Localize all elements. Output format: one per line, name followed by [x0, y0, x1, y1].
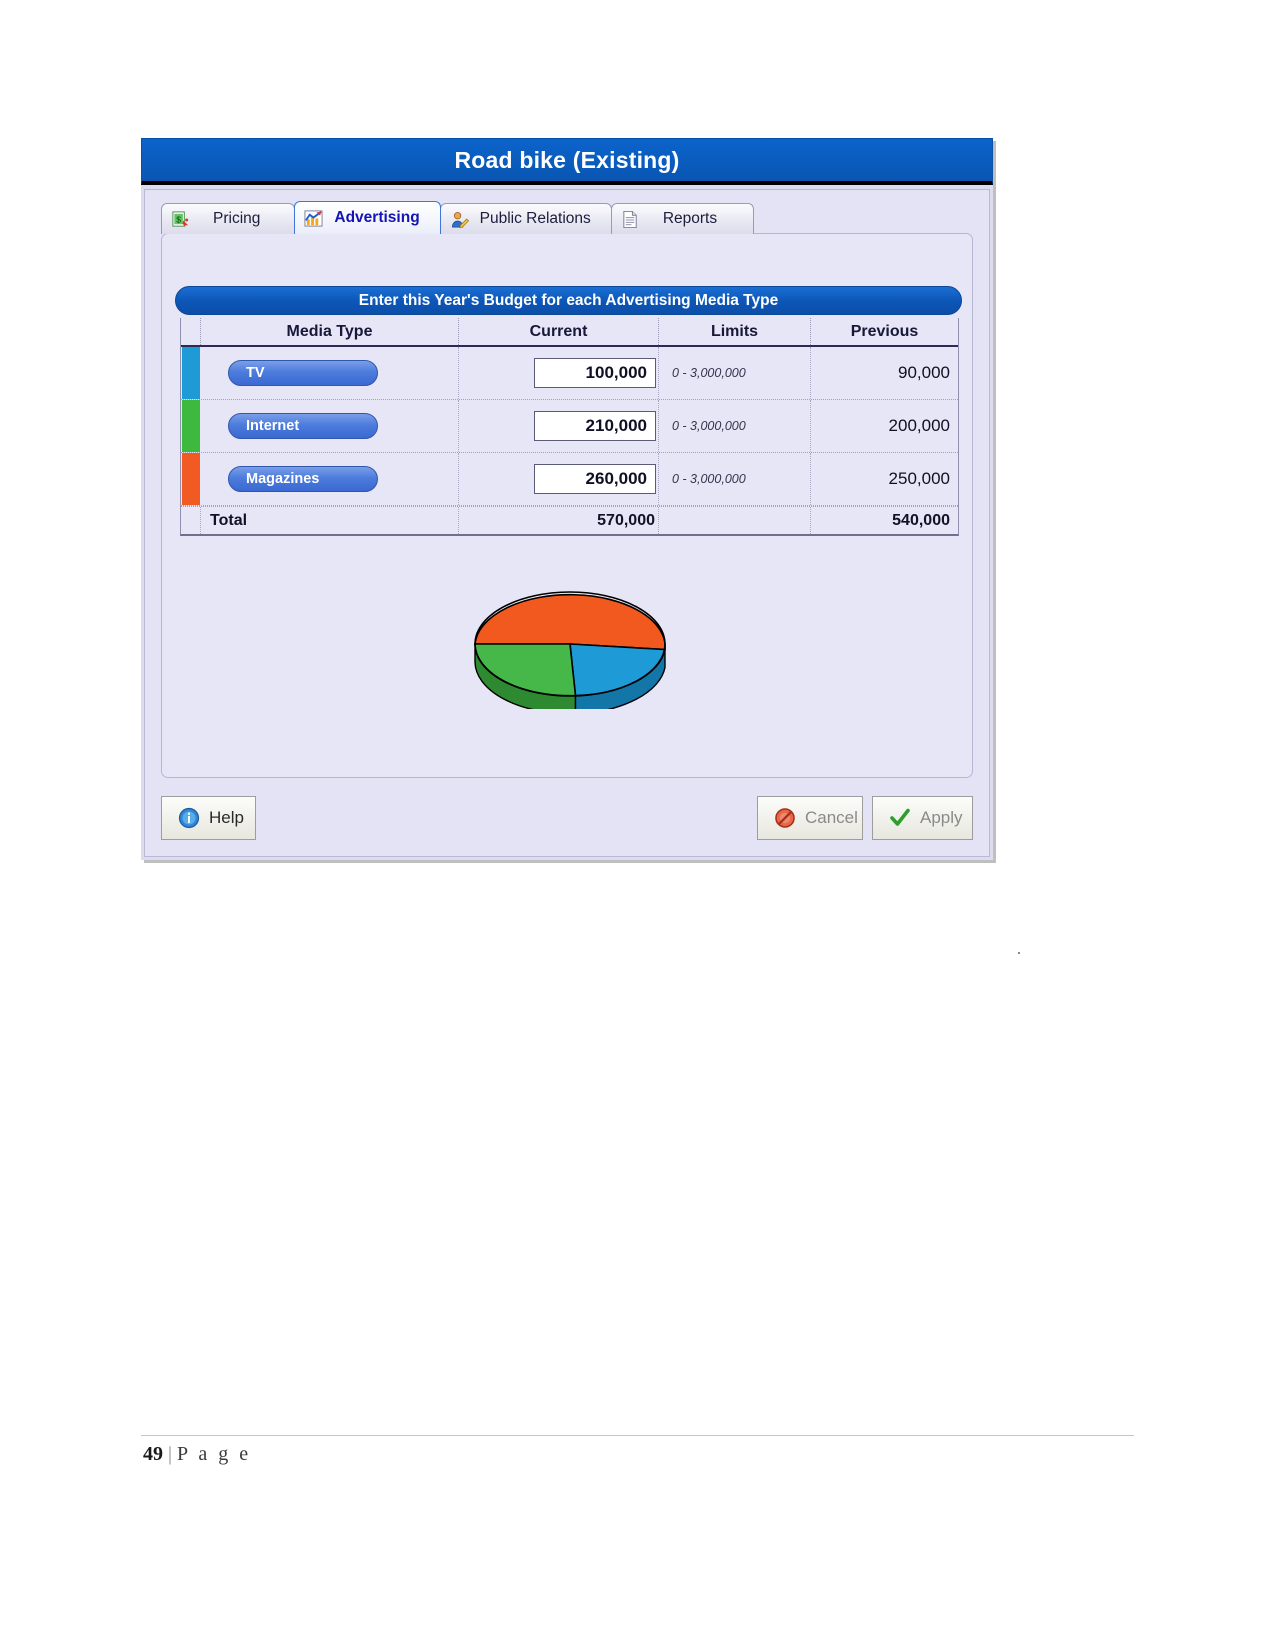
media-pill-tv[interactable]: TV	[228, 360, 378, 386]
total-label: Total	[201, 507, 459, 534]
apply-button[interactable]: Apply	[872, 796, 973, 840]
person-pencil-icon	[451, 211, 469, 228]
budget-pie-chart	[470, 579, 670, 715]
header-swatch-spacer	[181, 318, 201, 345]
check-icon	[890, 808, 910, 826]
table-row: Magazines 260,000 0 - 3,000,000 250,000	[181, 453, 958, 506]
tab-strip: $ Pricing Advertising Public Relations R…	[161, 201, 755, 234]
current-input-tv[interactable]: 100,000	[534, 358, 656, 388]
page-footer-rule	[141, 1435, 1134, 1436]
cancel-button-label: Cancel	[805, 808, 858, 827]
budget-banner: Enter this Year's Budget for each Advert…	[175, 286, 962, 315]
header-media-type: Media Type	[201, 318, 459, 345]
current-input-magazines[interactable]: 260,000	[534, 464, 656, 494]
table-row: TV 100,000 0 - 3,000,000 90,000	[181, 347, 958, 400]
tab-advertising-label: Advertising	[334, 209, 420, 226]
tab-advertising[interactable]: Advertising	[294, 201, 441, 234]
no-entry-icon	[775, 808, 795, 828]
pie-chart-svg	[474, 591, 666, 715]
svg-text:$: $	[176, 214, 181, 224]
media-pill-internet[interactable]: Internet	[228, 413, 378, 439]
advertising-budget-table: Media Type Current Limits Previous TV 10…	[180, 318, 959, 536]
tab-reports-label: Reports	[662, 210, 718, 227]
tab-reports[interactable]: Reports	[610, 203, 755, 234]
advertising-dialog: Road bike (Existing) $ Pricing Advertisi…	[141, 138, 993, 860]
apply-button-label: Apply	[920, 808, 963, 827]
info-icon	[178, 807, 200, 829]
dialog-footer: Help Cancel Apply	[161, 796, 973, 844]
series-color-swatch-internet	[182, 400, 200, 452]
limits-text-tv: 0 - 3,000,000	[672, 366, 746, 380]
total-swatch-spacer	[181, 507, 201, 534]
row-color-cell	[181, 347, 201, 399]
media-pill-magazines[interactable]: Magazines	[228, 466, 378, 492]
table-header-row: Media Type Current Limits Previous	[181, 318, 958, 347]
page-footer-word: P a g e	[177, 1443, 252, 1465]
row-color-cell	[181, 453, 201, 505]
limits-cell: 0 - 3,000,000	[659, 453, 811, 505]
chart-up-icon	[304, 209, 323, 227]
dialog-body: $ Pricing Advertising Public Relations R…	[144, 189, 990, 857]
dialog-titlebar: Road bike (Existing)	[141, 138, 993, 185]
pricing-tag-icon: $	[172, 210, 189, 227]
tab-pricing[interactable]: $ Pricing	[161, 203, 296, 234]
cancel-button[interactable]: Cancel	[757, 796, 863, 840]
tab-public-relations-label: Public Relations	[479, 210, 591, 227]
limits-text-magazines: 0 - 3,000,000	[672, 472, 746, 486]
header-previous: Previous	[850, 322, 919, 340]
limits-text-internet: 0 - 3,000,000	[672, 419, 746, 433]
previous-cell: 90,000	[811, 347, 958, 399]
pie-slice-magazines	[474, 593, 666, 651]
budget-banner-text: Enter this Year's Budget for each Advert…	[358, 291, 779, 309]
total-limits	[659, 507, 811, 534]
page-number: 49	[143, 1443, 163, 1465]
media-type-cell: Internet	[201, 400, 459, 452]
current-cell: 100,000	[459, 347, 659, 399]
limits-cell: 0 - 3,000,000	[659, 347, 811, 399]
help-button-label: Help	[209, 808, 244, 827]
document-icon	[623, 210, 637, 228]
tab-pricing-label: Pricing	[213, 210, 261, 227]
previous-value-internet: 200,000	[888, 416, 950, 435]
media-type-cell: TV	[201, 347, 459, 399]
limits-cell: 0 - 3,000,000	[659, 400, 811, 452]
series-color-swatch-magazines	[182, 453, 200, 505]
tab-public-relations[interactable]: Public Relations	[439, 203, 612, 234]
row-color-cell	[181, 400, 201, 452]
current-cell: 210,000	[459, 400, 659, 452]
help-button[interactable]: Help	[161, 796, 256, 840]
previous-cell: 250,000	[811, 453, 958, 505]
dialog-title: Road bike (Existing)	[454, 146, 680, 173]
total-previous: 540,000	[892, 511, 950, 529]
current-cell: 260,000	[459, 453, 659, 505]
current-input-internet[interactable]: 210,000	[534, 411, 656, 441]
total-current: 570,000	[459, 507, 659, 534]
stray-mark	[1018, 952, 1020, 954]
table-row: Internet 210,000 0 - 3,000,000 200,000	[181, 400, 958, 453]
table-total-row: Total 570,000 540,000	[181, 506, 958, 534]
previous-value-tv: 90,000	[898, 363, 950, 382]
page-footer: 49 | P a g e	[143, 1443, 251, 1466]
header-current: Current	[459, 318, 659, 345]
media-type-cell: Magazines	[201, 453, 459, 505]
series-color-swatch-tv	[182, 347, 200, 399]
previous-value-magazines: 250,000	[888, 469, 950, 488]
previous-cell: 200,000	[811, 400, 958, 452]
advertising-panel: Enter this Year's Budget for each Advert…	[161, 233, 973, 778]
page-footer-separator: |	[168, 1443, 173, 1465]
header-limits: Limits	[659, 318, 811, 345]
